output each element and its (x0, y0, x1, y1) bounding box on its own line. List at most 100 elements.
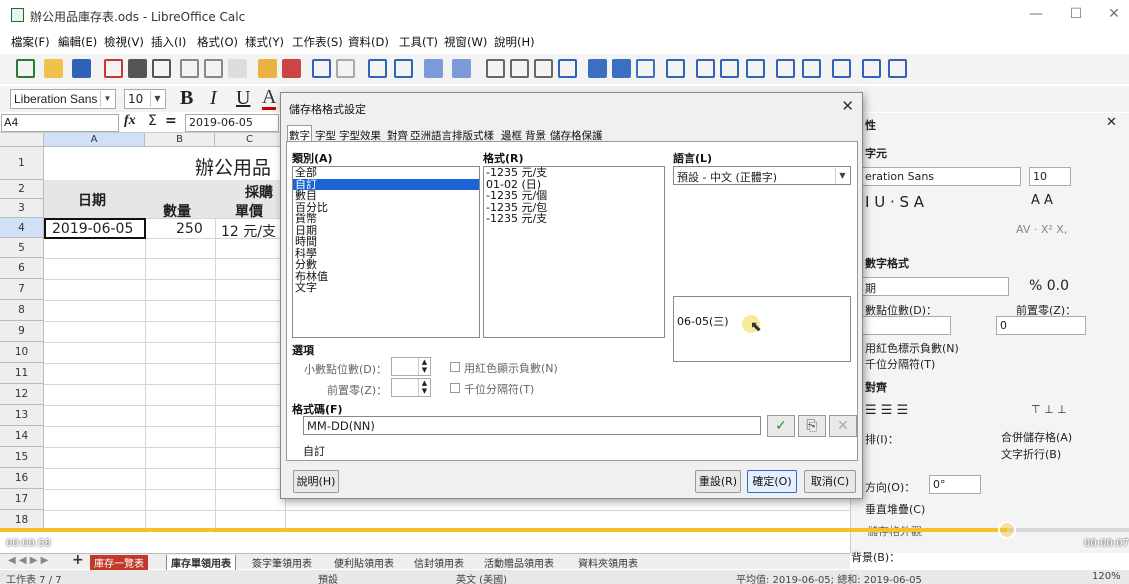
category-item[interactable]: 百分比 (293, 201, 479, 214)
find-replace-icon[interactable] (368, 59, 387, 78)
column-header-b[interactable]: B (145, 133, 215, 147)
paste-icon[interactable] (228, 59, 247, 78)
reset-button[interactable]: 重設(R) (695, 470, 741, 493)
sheet-nav-icons[interactable]: ◀ ◀ ▶ ▶ (4, 555, 52, 566)
category-item[interactable]: 文字 (293, 282, 479, 294)
sidebar-merge-cells[interactable]: 合併儲存格(A) (1001, 429, 1072, 445)
cell-content-input[interactable]: 2019-06-05 (185, 114, 279, 132)
sidebar-grow-shrink[interactable]: A A (1031, 193, 1053, 208)
spelling-icon[interactable] (394, 59, 413, 78)
category-item[interactable]: 數目 (293, 190, 479, 202)
hyperlink-icon[interactable] (696, 59, 715, 78)
ok-button[interactable]: 確定(O) (747, 470, 797, 493)
row-header-7[interactable]: 7 (0, 279, 44, 300)
sort-asc-icon[interactable] (510, 59, 529, 78)
cell-a4-date[interactable]: 2019-06-05 (52, 221, 133, 237)
format-item[interactable]: -1235 元/支 (484, 213, 664, 225)
redo-icon[interactable] (336, 59, 355, 78)
menu-file[interactable]: 檔案(F) (11, 34, 50, 50)
clone-format-icon[interactable] (258, 59, 277, 78)
delete-icon[interactable]: ✕ (829, 415, 857, 437)
sort-icon[interactable] (486, 59, 505, 78)
check-icon[interactable]: ✓ (767, 415, 795, 437)
sidebar-leading-zero-input[interactable]: 0 (996, 316, 1086, 335)
format-code-input[interactable]: MM-DD(NN) (303, 416, 761, 435)
tab-cell-protection[interactable]: 儲存格保護 (548, 125, 605, 142)
header-footer-icon[interactable] (746, 59, 765, 78)
dialog-close-button[interactable]: ✕ (841, 97, 854, 115)
font-color-button[interactable]: A (262, 87, 277, 110)
category-item[interactable]: 日期 (293, 224, 479, 237)
menu-data[interactable]: 資料(D) (348, 34, 389, 50)
thousands-sep-checkbox[interactable] (450, 383, 460, 393)
row-header-2[interactable]: 2 (0, 180, 44, 199)
pivot-table-icon[interactable] (636, 59, 655, 78)
row-header-12[interactable]: 12 (0, 384, 44, 405)
row-header-15[interactable]: 15 (0, 447, 44, 468)
spin-arrows-icon[interactable]: ▲ ▼ (418, 379, 430, 396)
special-char-icon[interactable] (666, 59, 685, 78)
row-header-8[interactable]: 8 (0, 300, 44, 321)
menu-view[interactable]: 檢視(V) (104, 34, 144, 50)
sidebar-number-category[interactable]: 期 (861, 277, 1009, 296)
cell-c4-price[interactable]: 12 元/支 (221, 221, 276, 241)
sort-desc-icon[interactable] (534, 59, 553, 78)
negative-red-checkbox[interactable] (450, 362, 460, 372)
italic-button[interactable]: I (210, 87, 217, 110)
row-header-9[interactable]: 9 (0, 321, 44, 342)
tab-asian-typography[interactable]: 亞洲語言排版式樣 (408, 125, 496, 142)
sidebar-thousands[interactable]: 千位分隔符(T) (865, 356, 935, 372)
cell-header-qty[interactable]: 數量 (163, 201, 191, 221)
category-item[interactable]: 科學 (293, 247, 479, 260)
chevron-down-icon[interactable]: ▼ (835, 168, 849, 184)
cell-header-price[interactable]: 單價 (235, 201, 263, 221)
row-header-1[interactable]: 1 (0, 147, 44, 180)
video-scrubber-handle[interactable] (998, 521, 1016, 539)
column-header-c[interactable]: C (215, 133, 285, 147)
sum-icon[interactable]: Σ (148, 113, 157, 129)
print-preview-icon[interactable] (152, 59, 171, 78)
sidebar-negative-red[interactable]: 用紅色標示負數(N) (865, 340, 959, 356)
minimize-button[interactable]: — (1024, 6, 1048, 26)
chevron-down-icon[interactable]: ▼ (150, 91, 164, 107)
edit-comment-icon[interactable]: ⎘ (798, 415, 826, 437)
sidebar-font-size[interactable]: 10 (1029, 167, 1071, 186)
sidebar-spacing[interactable]: AV · X² X, (1016, 223, 1067, 236)
sheet-tab[interactable]: 活動贈品領用表 (480, 555, 558, 570)
split-window-icon[interactable] (832, 59, 851, 78)
close-window-button[interactable]: ✕ (1102, 6, 1126, 26)
cancel-button[interactable]: 取消(C) (804, 470, 856, 493)
export-pdf-icon[interactable] (104, 59, 123, 78)
row-icon[interactable] (424, 59, 443, 78)
row-header-6[interactable]: 6 (0, 258, 44, 279)
chevron-down-icon[interactable]: ▼ (100, 91, 114, 107)
print-icon[interactable] (128, 59, 147, 78)
category-item[interactable]: 貨幣 (293, 213, 479, 225)
category-item[interactable]: 分數 (293, 259, 479, 271)
sheet-tab[interactable]: 信封領用表 (410, 555, 468, 570)
copy-icon[interactable] (204, 59, 223, 78)
status-language[interactable]: 英文 (美國) (456, 571, 507, 584)
tab-alignment[interactable]: 對齊 (385, 125, 410, 142)
toolbar-more-icon[interactable] (888, 59, 907, 78)
align-icons[interactable]: ☰ ☰ ☰ (865, 403, 908, 418)
tab-borders[interactable]: 邊框 (499, 125, 524, 142)
autofilter-icon[interactable] (558, 59, 577, 78)
row-header-5[interactable]: 5 (0, 238, 44, 258)
format-list[interactable]: -1235 元/支 01-02 (日) -1235 元/個 -1235 元/包 … (483, 166, 665, 338)
comment-icon[interactable] (720, 59, 739, 78)
leading-zeros-spin[interactable]: ▲ ▼ (391, 378, 431, 397)
tab-background[interactable]: 背景 (523, 125, 548, 142)
menu-sheet[interactable]: 工作表(S) (292, 34, 343, 50)
sidebar-vertical-stack[interactable]: 垂直堆疊(C) (865, 501, 925, 517)
cut-icon[interactable] (180, 59, 199, 78)
name-box[interactable]: A4 (1, 114, 119, 132)
menu-window[interactable]: 視窗(W) (444, 34, 487, 50)
font-size-box[interactable]: 10 ▼ (124, 89, 166, 109)
menu-insert[interactable]: 插入(I) (151, 34, 186, 50)
save-icon[interactable] (72, 59, 91, 78)
add-sheet-icon[interactable]: + (68, 552, 88, 568)
sidebar-orientation-input[interactable]: 0° (929, 475, 981, 494)
row-header-13[interactable]: 13 (0, 405, 44, 426)
row-header-14[interactable]: 14 (0, 426, 44, 447)
